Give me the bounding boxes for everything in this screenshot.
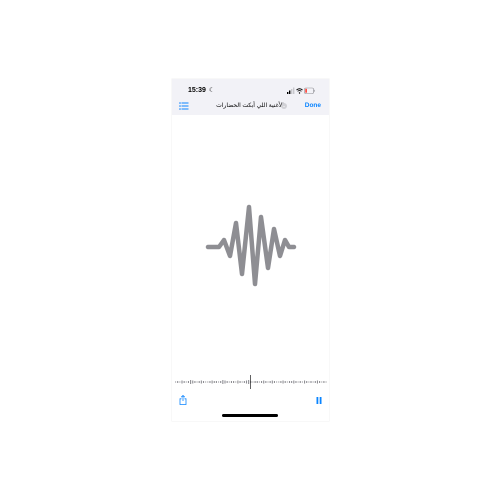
list-icon[interactable]	[179, 102, 189, 110]
pause-icon[interactable]	[316, 397, 322, 404]
wifi-icon	[296, 88, 303, 94]
status-time: 15:39	[188, 87, 206, 94]
playhead	[250, 375, 251, 389]
waveform-scrubber[interactable]	[172, 375, 329, 389]
status-indicators	[287, 87, 315, 95]
chevron-down-icon[interactable]: ⌄	[281, 103, 287, 109]
share-icon[interactable]	[179, 395, 187, 405]
nav-title[interactable]: الأغنية اللي أبكت الحضارات	[210, 102, 290, 109]
signal-icon	[287, 87, 295, 94]
focus-moon-icon: ☾	[209, 87, 215, 94]
top-bar: 15:39 ☾ الأغنية اللي أبكت الحضارات ⌄ Don…	[172, 79, 329, 115]
phone-screen: 15:39 ☾ الأغنية اللي أبكت الحضارات ⌄ Don…	[172, 79, 329, 421]
done-button[interactable]: Done	[305, 102, 321, 109]
home-indicator	[222, 414, 278, 417]
audio-waveform-icon	[205, 204, 297, 287]
battery-icon	[304, 87, 315, 94]
